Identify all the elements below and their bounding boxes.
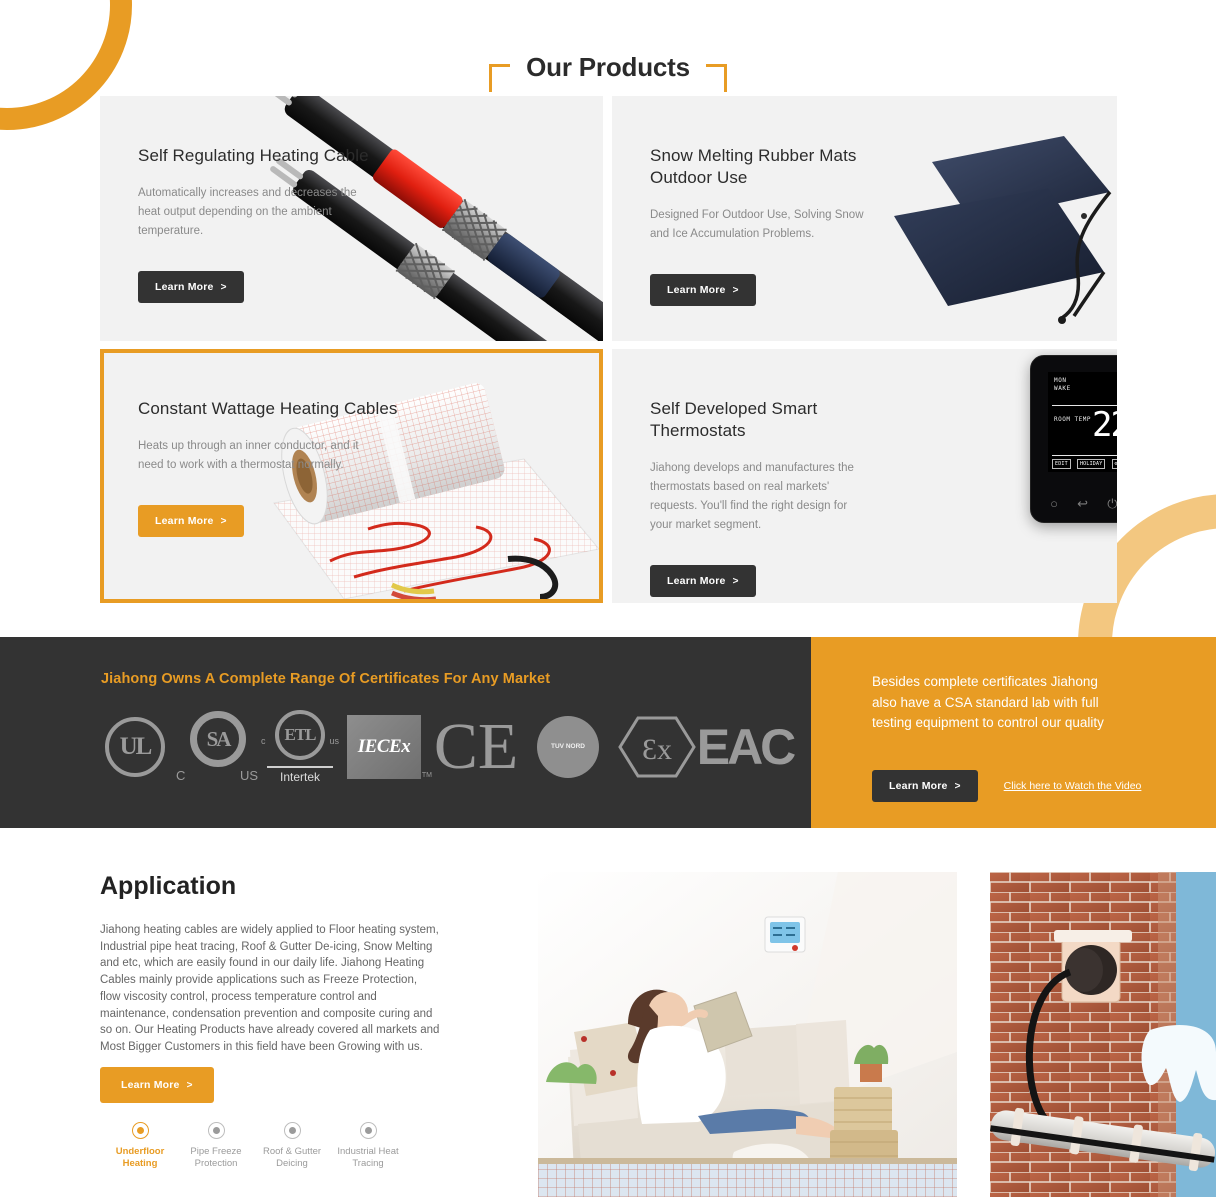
iecex-logo: IECEx TM	[341, 715, 432, 779]
application-title: Application	[100, 872, 237, 900]
application-tab-underfloor-heating[interactable]: Underfloor Heating	[102, 1122, 178, 1170]
chevron-right-icon: >	[220, 281, 227, 293]
product-description: Designed For Outdoor Use, Solving Snow a…	[650, 209, 864, 240]
product-card-body: Self Developed Smart Thermostats Jiahong…	[650, 398, 910, 597]
product-card-self-regulating-cable[interactable]: Self Regulating Heating Cable Automatica…	[100, 96, 603, 341]
learn-more-label: Learn More	[889, 780, 948, 792]
back-arrow-icon[interactable]: ↩	[1077, 497, 1088, 510]
learn-more-label: Learn More	[667, 575, 726, 587]
radio-dot-icon	[359, 1122, 377, 1139]
product-description: Jiahong develops and manufactures the th…	[650, 462, 854, 531]
learn-more-label: Learn More	[667, 284, 726, 296]
atex-ex-logo: Ɛx	[611, 716, 703, 778]
thermostat-screen: MONWAKE 0705h ROOM TEMP 22.5 ℃ EDIT HOLI…	[1048, 372, 1117, 472]
product-description: Automatically increases and decreases th…	[138, 187, 357, 237]
pipe-freeze-protection-illustration	[990, 872, 1216, 1197]
ul-logo: UL	[95, 717, 175, 777]
application-cta: Learn More >	[100, 1067, 214, 1103]
product-title: Self Developed Smart Thermostats	[650, 399, 818, 440]
certificates-panel-copy: Besides complete certificates Jiahong al…	[872, 674, 1104, 730]
living-room-underfloor-heating-photo	[538, 872, 957, 1197]
learn-more-button-certificates[interactable]: Learn More >	[872, 770, 978, 802]
radio-dot-icon	[283, 1122, 301, 1139]
learn-more-button-smart-thermostats[interactable]: Learn More >	[650, 565, 756, 597]
thermostat-day-mode: MON WAKE	[1054, 377, 1071, 392]
tab-label: Roof & Gutter Deicing	[262, 1146, 322, 1169]
application-paragraph: Jiahong heating cables are widely applie…	[100, 924, 440, 1053]
chevron-right-icon: >	[220, 515, 227, 527]
chevron-right-icon: >	[732, 575, 739, 587]
certificates-heading: Jiahong Owns A Complete Range Of Certifi…	[101, 671, 551, 687]
learn-more-button-snow-melting-mats[interactable]: Learn More >	[650, 274, 756, 306]
learn-more-label: Learn More	[155, 515, 214, 527]
thermostat-tag-holiday[interactable]: HOLIDAY	[1076, 459, 1106, 469]
etl-intertek-logo: ETL c us Intertek	[259, 710, 341, 784]
page-title: Our Products	[510, 50, 706, 84]
certificates-panel-actions: Learn More > Click here to Watch the Vid…	[872, 770, 1141, 802]
certificate-logo-row: UL SA C US ETL c us Intertek IECEx TM CE …	[95, 703, 797, 791]
radio-dot-icon	[207, 1122, 225, 1139]
watch-video-link[interactable]: Click here to Watch the Video	[1004, 780, 1142, 792]
application-tab-list: Underfloor Heating Pipe Freeze Protectio…	[102, 1122, 406, 1170]
product-card-constant-wattage-cables[interactable]: Constant Wattage Heating Cables Heats up…	[100, 349, 603, 603]
application-tab-industrial-heat-tracing[interactable]: Industrial Heat Tracing	[330, 1122, 406, 1170]
circle-icon[interactable]: ○	[1050, 497, 1058, 510]
chevron-right-icon: >	[732, 284, 739, 296]
our-products-header: Our Products	[0, 44, 1216, 92]
tab-label: Pipe Freeze Protection	[190, 1146, 242, 1169]
product-card-smart-thermostats[interactable]: MONWAKE 0705h ROOM TEMP 22.5 ℃ EDIT HOLI…	[612, 349, 1117, 603]
radio-dot-icon	[131, 1122, 149, 1139]
learn-more-button-self-regulating-cable[interactable]: Learn More >	[138, 271, 244, 303]
product-description: Heats up through an inner conductor, and…	[138, 440, 359, 471]
product-card-body: Snow Melting Rubber Mats Outdoor Use Des…	[650, 145, 910, 306]
thermostat-tag-gear-icon[interactable]: ⚙	[1111, 459, 1117, 469]
application-tab-pipe-freeze-protection[interactable]: Pipe Freeze Protection	[178, 1122, 254, 1170]
application-tab-roof-gutter-deicing[interactable]: Roof & Gutter Deicing	[254, 1122, 330, 1170]
svg-text:Ɛx: Ɛx	[642, 733, 672, 766]
thermostat-key-row: ○ ↩ ⏻ △ ▽	[1031, 497, 1117, 510]
eac-logo: EAC	[696, 719, 797, 775]
tuv-nord-logo: TUV NORD	[525, 716, 611, 778]
smart-thermostat-photo: MONWAKE 0705h ROOM TEMP 22.5 ℃ EDIT HOLI…	[1030, 355, 1117, 523]
thermostat-temperature: 22.5	[1092, 405, 1117, 445]
product-title: Snow Melting Rubber Mats Outdoor Use	[650, 146, 857, 187]
tab-label: Industrial Heat Tracing	[337, 1146, 399, 1169]
product-card-body: Constant Wattage Heating Cables Heats up…	[138, 398, 398, 537]
learn-more-button-application[interactable]: Learn More >	[100, 1067, 214, 1103]
chevron-right-icon: >	[186, 1079, 193, 1091]
thermostat-tag-row: EDIT HOLIDAY ⚙ HOLD SETUP	[1052, 459, 1117, 469]
learn-more-label: Learn More	[155, 281, 214, 293]
thermostat-tag-edit[interactable]: EDIT	[1052, 459, 1071, 469]
thermostat-room-temp-label: ROOM TEMP	[1054, 416, 1092, 423]
product-card-snow-melting-mats[interactable]: Snow Melting Rubber Mats Outdoor Use Des…	[612, 96, 1117, 341]
product-title: Constant Wattage Heating Cables	[138, 399, 398, 418]
product-title: Self Regulating Heating Cable	[138, 146, 369, 165]
power-icon[interactable]: ⏻	[1107, 497, 1117, 510]
learn-more-button-constant-wattage-cables[interactable]: Learn More >	[138, 505, 244, 537]
product-card-body: Self Regulating Heating Cable Automatica…	[138, 145, 398, 303]
csa-logo: SA C US	[175, 711, 259, 783]
product-grid: Self Regulating Heating Cable Automatica…	[100, 96, 1117, 603]
tab-label: Underfloor Heating	[115, 1146, 165, 1169]
learn-more-label: Learn More	[121, 1079, 180, 1091]
thermostat-divider-bottom	[1052, 455, 1117, 456]
page-root: Our Products Self Regulating Heating Cab…	[0, 0, 1216, 1197]
chevron-right-icon: >	[954, 780, 961, 792]
ce-logo: CE	[433, 710, 519, 783]
